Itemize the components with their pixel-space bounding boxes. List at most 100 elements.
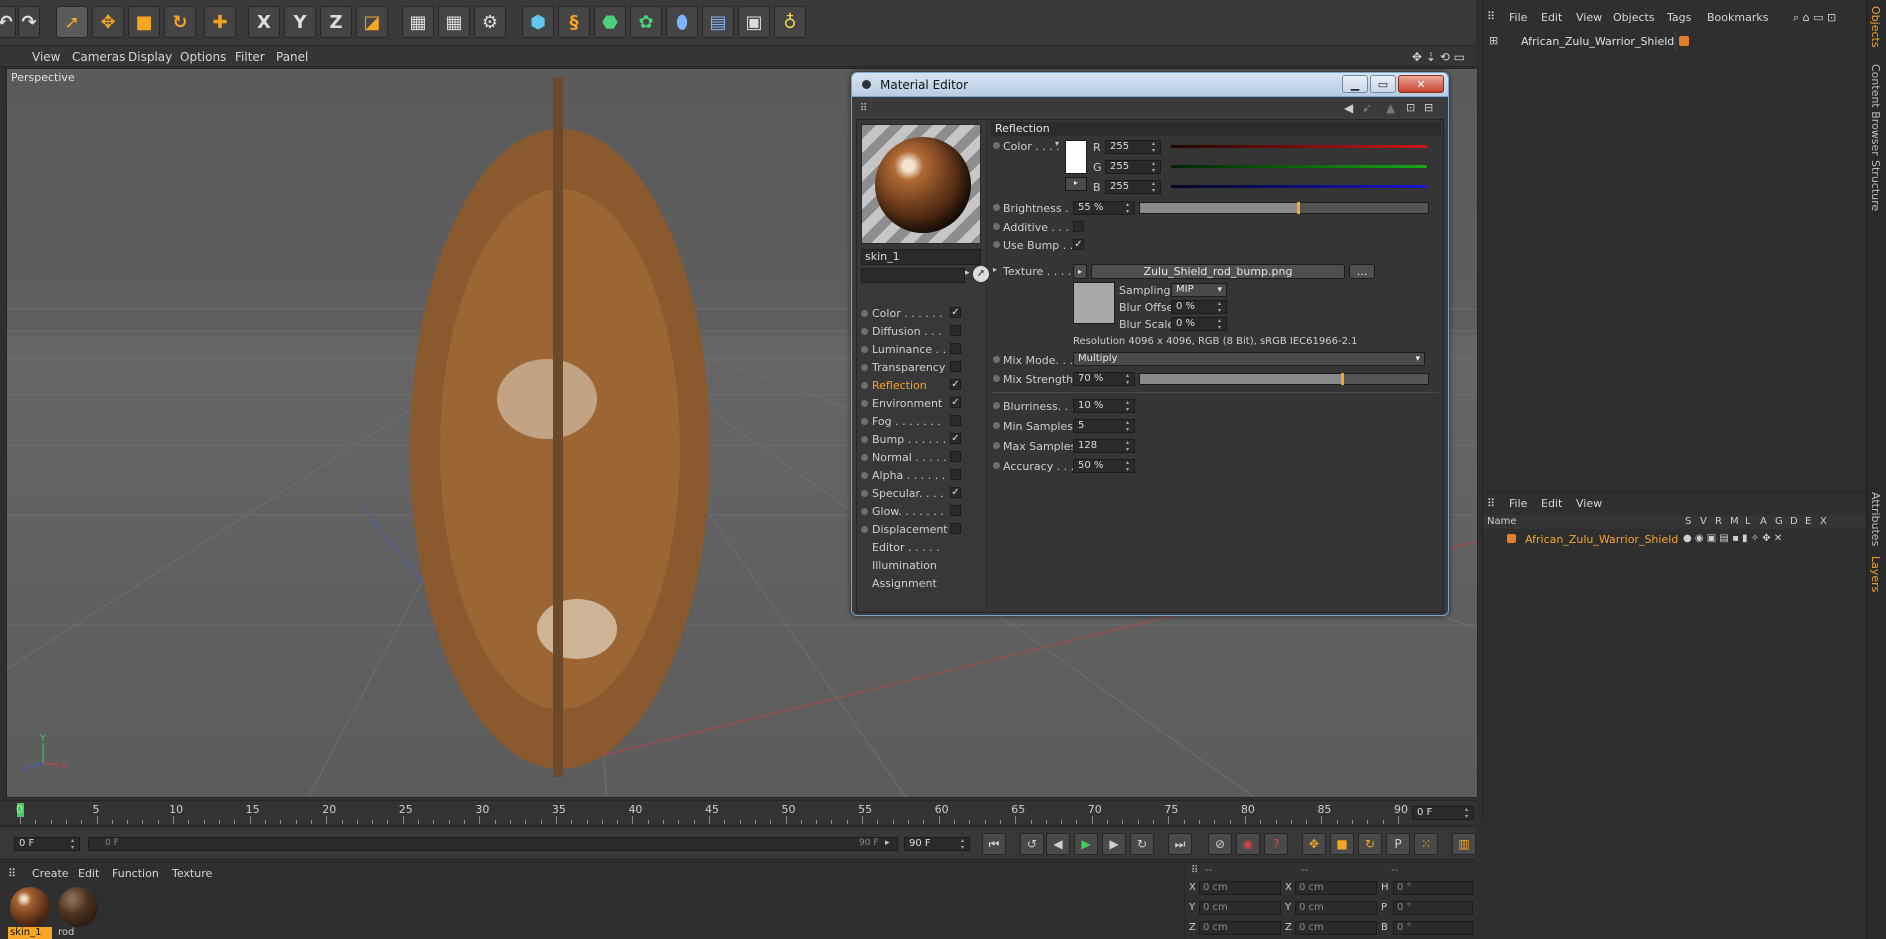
- checkbox-luminance[interactable]: [950, 343, 961, 354]
- channel-glow[interactable]: Glow. . . . . . .: [861, 504, 985, 519]
- menu-panel[interactable]: Panel: [276, 50, 308, 64]
- color-mode-icon[interactable]: ▸: [1065, 177, 1087, 191]
- key-rotation-icon[interactable]: ↻: [1358, 833, 1382, 855]
- om-menu-view[interactable]: View: [1576, 11, 1602, 24]
- channel-transparency[interactable]: Transparency: [861, 360, 985, 375]
- checkbox-bump[interactable]: ✓: [950, 433, 961, 444]
- coordinate-system-icon[interactable]: ◪: [356, 6, 388, 38]
- tab-structure[interactable]: Structure: [1869, 160, 1882, 211]
- checkbox-color[interactable]: ✓: [950, 307, 961, 318]
- channel-reflection[interactable]: Reflection ✓: [861, 378, 985, 393]
- x-axis-lock-icon[interactable]: X: [248, 6, 280, 38]
- frame-range-bar[interactable]: 0 F 90 F ▸: [88, 837, 898, 851]
- channel-fog[interactable]: Fog . . . . . . .: [861, 414, 985, 429]
- channel-editor[interactable]: Editor . . . . .: [861, 540, 985, 555]
- picker-icon[interactable]: ➚: [973, 266, 989, 282]
- r-slider[interactable]: [1171, 145, 1427, 148]
- tab-content-browser[interactable]: Content Browser: [1869, 64, 1882, 156]
- tab-attributes[interactable]: Attributes: [1869, 492, 1882, 546]
- mm-menu-create[interactable]: Create: [32, 867, 69, 880]
- min-samples-field[interactable]: 5: [1073, 419, 1135, 433]
- g-field[interactable]: 255: [1105, 160, 1161, 174]
- nav-back-icon[interactable]: ◀: [1344, 101, 1353, 115]
- texture-browse-button[interactable]: ...: [1349, 264, 1375, 279]
- material-preview[interactable]: [861, 124, 981, 244]
- drag-handle-icon[interactable]: ⠿: [1487, 497, 1495, 510]
- record-icon[interactable]: ◉: [1236, 833, 1260, 855]
- layer-row[interactable]: African_Zulu_Warrior_Shield ● ◉ ▣ ▤ ▪ ▮ …: [1483, 531, 1869, 547]
- texture-expand-icon[interactable]: ▸: [993, 265, 997, 274]
- move-icon[interactable]: ✥: [92, 6, 124, 38]
- next-frame-icon[interactable]: ▶: [1102, 833, 1126, 855]
- blurriness-field[interactable]: 10 %: [1073, 399, 1135, 413]
- key-position-icon[interactable]: ✥: [1302, 833, 1326, 855]
- lm-menu-file[interactable]: File: [1509, 497, 1527, 510]
- scheme-icon[interactable]: ▥: [1452, 833, 1476, 855]
- lm-menu-edit[interactable]: Edit: [1541, 497, 1562, 510]
- brightness-field[interactable]: 55 %: [1073, 201, 1135, 215]
- texture-file-button[interactable]: Zulu_Shield_rod_bump.png: [1091, 264, 1345, 279]
- checkbox-reflection[interactable]: ✓: [950, 379, 961, 390]
- drag-handle-icon[interactable]: ⠿: [860, 103, 867, 114]
- mix-strength-slider[interactable]: [1139, 373, 1429, 385]
- checkbox-fog[interactable]: [950, 415, 961, 426]
- auto-key-icon[interactable]: ?: [1264, 833, 1288, 855]
- light-icon[interactable]: ♁: [774, 6, 806, 38]
- r-field[interactable]: 255: [1105, 140, 1161, 154]
- menu-view[interactable]: View: [32, 50, 60, 64]
- channel-luminance[interactable]: Luminance . . .: [861, 342, 985, 357]
- minimize-button[interactable]: ▁: [1342, 75, 1368, 93]
- layer-color-swatch[interactable]: [1507, 534, 1516, 543]
- channel-assignment[interactable]: Assignment: [861, 576, 985, 591]
- channel-displacement[interactable]: Displacement: [861, 522, 985, 537]
- blur-offset-field[interactable]: 0 %: [1171, 300, 1227, 314]
- menu-filter[interactable]: Filter: [235, 50, 265, 64]
- array-icon[interactable]: ✿: [630, 6, 662, 38]
- cube-icon[interactable]: ⬢: [522, 6, 554, 38]
- timeline-ruler[interactable]: 0 5 10 15 20 25 30 35 40 45 50 55 60 65 70 75 80 85 90 0 F: [0, 800, 1476, 824]
- max-samples-field[interactable]: 128: [1073, 439, 1135, 453]
- channel-environment[interactable]: Environment ✓: [861, 396, 985, 411]
- checkbox-alpha[interactable]: [950, 469, 961, 480]
- menu-display[interactable]: Display: [128, 50, 172, 64]
- undo-icon[interactable]: ↶: [0, 6, 16, 38]
- om-menu-edit[interactable]: Edit: [1541, 11, 1562, 24]
- object-name[interactable]: African_Zulu_Warrior_Shield: [1521, 35, 1674, 48]
- nav-forward-icon[interactable]: ▲: [1386, 101, 1395, 115]
- previous-frame-icon[interactable]: ◀: [1046, 833, 1070, 855]
- tab-layers[interactable]: Layers: [1869, 556, 1882, 592]
- accuracy-field[interactable]: 50 %: [1073, 459, 1135, 473]
- material-thumb-skin-1[interactable]: skin_1: [8, 885, 52, 939]
- brightness-slider[interactable]: [1139, 202, 1429, 214]
- new-panel-icon[interactable]: ⊟: [1424, 101, 1433, 114]
- camera-icon[interactable]: ▣: [738, 6, 770, 38]
- live-selection-icon[interactable]: ➚: [56, 6, 88, 38]
- key-scale-icon[interactable]: ■: [1330, 833, 1354, 855]
- texture-menu-button[interactable]: ▸: [1073, 264, 1087, 279]
- close-button[interactable]: ✕: [1398, 75, 1444, 93]
- channel-illumination[interactable]: Illumination: [861, 558, 985, 573]
- position-y-field[interactable]: 0 cm: [1199, 901, 1281, 915]
- additive-checkbox[interactable]: [1073, 221, 1084, 232]
- checkbox-environment[interactable]: ✓: [950, 397, 961, 408]
- b-field[interactable]: 255: [1105, 180, 1161, 194]
- checkbox-normal[interactable]: [950, 451, 961, 462]
- checkbox-glow[interactable]: [950, 505, 961, 516]
- blur-scale-field[interactable]: 0 %: [1171, 317, 1227, 331]
- checkbox-specular[interactable]: ✓: [950, 487, 961, 498]
- render-settings-icon[interactable]: ⚙: [474, 6, 506, 38]
- search-icon[interactable]: ⌕ ⌂ ▭ ⊡: [1793, 11, 1836, 25]
- om-menu-tags[interactable]: Tags: [1667, 11, 1691, 24]
- end-frame-field[interactable]: 90 F: [904, 837, 970, 851]
- texture-thumbnail[interactable]: [1073, 282, 1115, 324]
- position-z-field[interactable]: 0 cm: [1199, 921, 1281, 935]
- b-slider[interactable]: [1171, 185, 1427, 188]
- checkbox-transparency[interactable]: [950, 361, 961, 372]
- render-view-icon[interactable]: ▦: [402, 6, 434, 38]
- add-object-icon[interactable]: ✚: [204, 6, 236, 38]
- spline-icon[interactable]: §: [558, 6, 590, 38]
- layer-name[interactable]: African_Zulu_Warrior_Shield: [1525, 533, 1678, 546]
- size-x-field[interactable]: 0 cm: [1295, 881, 1377, 895]
- sampling-dropdown[interactable]: MIP: [1171, 283, 1227, 297]
- maximize-button[interactable]: ▭: [1370, 75, 1396, 93]
